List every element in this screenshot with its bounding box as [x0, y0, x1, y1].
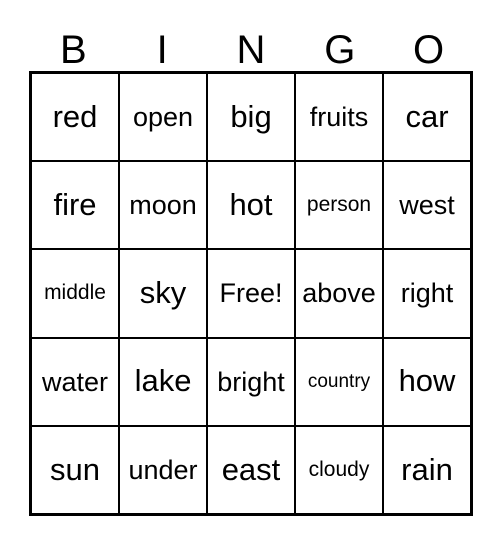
bingo-header-letter-i-text: I	[156, 28, 168, 72]
bingo-header-letter-o: O	[384, 14, 473, 71]
bingo-cell-o3-text: right	[400, 278, 454, 309]
bingo-cell-o4[interactable]: how	[384, 338, 470, 425]
bingo-row: sun under east cloudy rain	[32, 426, 470, 514]
bingo-row: water lake bright country how	[32, 338, 470, 427]
bingo-header-letter-n: N	[207, 14, 296, 71]
bingo-cell-g4[interactable]: country	[296, 338, 384, 425]
bingo-cell-b1[interactable]: red	[32, 74, 120, 161]
bingo-cell-n2-text: hot	[229, 187, 273, 223]
bingo-cell-free-space-text: Free!	[219, 278, 283, 309]
bingo-header-letter-g: G	[295, 14, 384, 71]
bingo-cell-b5[interactable]: sun	[32, 426, 120, 514]
bingo-grid: red open big fruits car fire moon hot pe…	[29, 71, 473, 516]
bingo-cell-n4-text: bright	[217, 366, 285, 397]
bingo-cell-g5[interactable]: cloudy	[296, 426, 384, 514]
bingo-cell-o1-text: car	[405, 98, 449, 134]
bingo-cell-i5-text: under	[128, 454, 198, 485]
bingo-row: middle sky Free! above right	[32, 250, 470, 339]
bingo-cell-g3[interactable]: above	[296, 250, 384, 337]
bingo-cell-o5-text: rain	[401, 451, 453, 487]
bingo-cell-g3-text: above	[302, 278, 376, 309]
bingo-cell-o2[interactable]: west	[384, 162, 470, 249]
bingo-cell-b3-text: middle	[44, 281, 106, 305]
bingo-cell-i1[interactable]: open	[120, 74, 208, 161]
bingo-cell-o2-text: west	[399, 190, 455, 221]
bingo-row: fire moon hot person west	[32, 162, 470, 251]
bingo-header-letter-b: B	[29, 14, 118, 71]
bingo-cell-g2[interactable]: person	[296, 162, 384, 249]
bingo-header-letter-g-text: G	[324, 28, 356, 72]
bingo-cell-g1-text: fruits	[309, 101, 369, 132]
bingo-cell-b1-text: red	[52, 98, 98, 134]
bingo-cell-free-space[interactable]: Free!	[208, 250, 296, 337]
bingo-cell-b3[interactable]: middle	[32, 250, 120, 337]
bingo-cell-i1-text: open	[132, 101, 194, 132]
bingo-cell-b2-text: fire	[53, 187, 97, 223]
bingo-cell-n1-text: big	[230, 98, 272, 134]
bingo-header-row: B I N G O	[29, 14, 473, 71]
bingo-cell-o1[interactable]: car	[384, 74, 470, 161]
bingo-cell-i5[interactable]: under	[120, 426, 208, 514]
bingo-cell-i3[interactable]: sky	[120, 250, 208, 337]
bingo-cell-b5-text: sun	[50, 451, 100, 487]
bingo-cell-g1[interactable]: fruits	[296, 74, 384, 161]
bingo-cell-n4[interactable]: bright	[208, 338, 296, 425]
bingo-row: red open big fruits car	[32, 74, 470, 163]
bingo-cell-g5-text: cloudy	[308, 457, 370, 481]
bingo-cell-i2-text: moon	[129, 190, 197, 221]
bingo-card: B I N G O red open big fruits car fire m…	[0, 0, 501, 544]
bingo-cell-g2-text: person	[306, 193, 372, 217]
bingo-cell-o5[interactable]: rain	[384, 426, 470, 514]
bingo-cell-n5[interactable]: east	[208, 426, 296, 514]
bingo-header-letter-i: I	[118, 14, 207, 71]
bingo-cell-i4[interactable]: lake	[120, 338, 208, 425]
bingo-cell-b4[interactable]: water	[32, 338, 120, 425]
bingo-header-letter-o-text: O	[413, 28, 445, 72]
bingo-header-letter-n-text: N	[236, 28, 266, 72]
bingo-cell-o4-text: how	[398, 363, 456, 399]
bingo-cell-b4-text: water	[41, 366, 109, 397]
bingo-cell-i2[interactable]: moon	[120, 162, 208, 249]
bingo-cell-n1[interactable]: big	[208, 74, 296, 161]
bingo-cell-b2[interactable]: fire	[32, 162, 120, 249]
bingo-cell-o3[interactable]: right	[384, 250, 470, 337]
bingo-header-letter-b-text: B	[60, 28, 87, 72]
bingo-cell-n5-text: east	[221, 451, 281, 487]
bingo-cell-n2[interactable]: hot	[208, 162, 296, 249]
bingo-cell-g4-text: country	[307, 370, 371, 392]
bingo-cell-i3-text: sky	[139, 275, 187, 311]
bingo-cell-i4-text: lake	[134, 363, 192, 399]
